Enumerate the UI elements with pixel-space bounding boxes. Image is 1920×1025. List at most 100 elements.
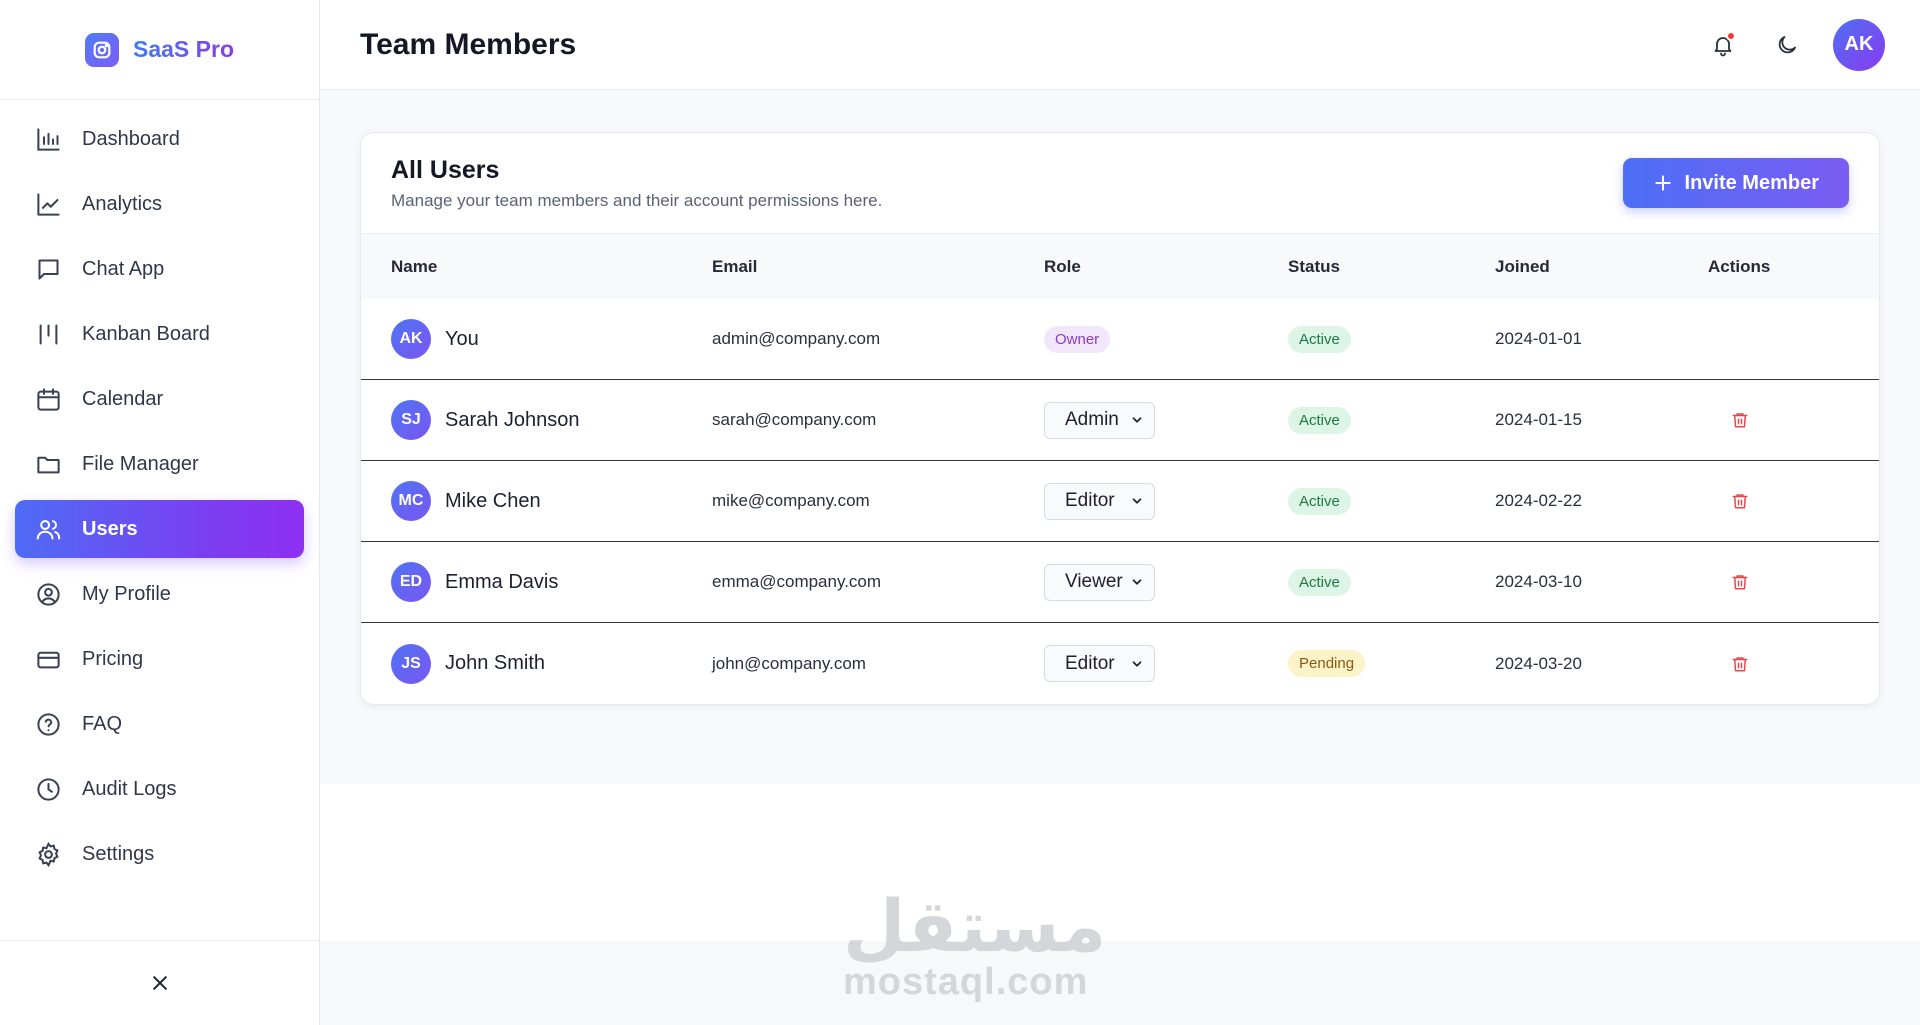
sidebar-item-label: Kanban Board [82, 322, 210, 345]
role-cell: Owner [1044, 325, 1288, 353]
joined-date: 2024-03-10 [1495, 572, 1582, 591]
trash-icon [1732, 575, 1748, 590]
status-badge: Active [1288, 487, 1351, 515]
role-select[interactable]: Viewer [1044, 563, 1155, 601]
sidebar: SaaS Pro Dashboard Analytics Chat App Ka… [0, 0, 320, 1025]
sidebar-item-dashboard[interactable]: Dashboard [15, 110, 304, 168]
sidebar-item-label: Pricing [82, 647, 144, 670]
plus-icon [1654, 175, 1671, 191]
joined-date: 2024-02-22 [1495, 491, 1582, 510]
app-root: SaaS Pro Dashboard Analytics Chat App Ka… [0, 0, 1920, 1025]
close-icon [153, 976, 167, 990]
table-row: ED Emma Davis emma@company.com Viewer Ac… [361, 542, 1879, 623]
sidebar-item-analytics[interactable]: Analytics [15, 175, 304, 233]
sidebar-item-users[interactable]: Users [15, 500, 304, 558]
table-header-row: Name Email Role Status Joined Actions [361, 234, 1879, 299]
line-chart-icon [37, 192, 60, 216]
role-cell: Editor [1044, 645, 1288, 682]
sidebar-item-label: Dashboard [82, 127, 180, 150]
below-content-area [320, 784, 1920, 941]
user-email: emma@company.com [712, 572, 882, 591]
card-subtitle: Manage your team members and their accou… [391, 190, 883, 210]
trash-icon [1732, 494, 1748, 509]
actions-cell [1708, 408, 1879, 432]
sidebar-item-pricing[interactable]: Pricing [15, 630, 304, 688]
delete-user-button[interactable] [1728, 652, 1752, 676]
clock-icon [37, 777, 60, 801]
bottom-strip [320, 941, 1920, 1025]
close-sidebar-button[interactable] [140, 963, 180, 1003]
avatar: ED [391, 562, 431, 602]
chevron-down-icon [1132, 498, 1142, 504]
sidebar-item-label: File Manager [82, 452, 199, 475]
sidebar-item-kanban-board[interactable]: Kanban Board [15, 305, 304, 363]
gear-icon [38, 841, 59, 867]
kanban-icon [39, 323, 58, 345]
delete-user-button[interactable] [1728, 570, 1752, 594]
sidebar-item-chat-app[interactable]: Chat App [15, 240, 304, 298]
chat-icon [38, 258, 59, 280]
joined-date: 2024-01-15 [1495, 410, 1582, 429]
sidebar-item-faq[interactable]: FAQ [15, 695, 304, 753]
theme-toggle-button[interactable] [1769, 27, 1805, 63]
status-cell: Active [1288, 406, 1495, 434]
user-email: mike@company.com [712, 491, 870, 510]
sidebar-item-calendar[interactable]: Calendar [15, 370, 304, 428]
delete-user-button[interactable] [1728, 489, 1752, 513]
user-name: Mike Chen [445, 489, 541, 512]
watermark-arabic: مستقل [843, 884, 1107, 968]
role-select-value: Editor [1065, 490, 1115, 511]
column-header-name: Name [391, 256, 438, 276]
sidebar-nav: Dashboard Analytics Chat App Kanban Boar… [0, 100, 319, 883]
chevron-down-icon [1132, 417, 1142, 423]
user-email: admin@company.com [712, 329, 881, 348]
joined-date: 2024-03-20 [1495, 653, 1582, 673]
sidebar-item-label: My Profile [82, 582, 171, 605]
sidebar-item-audit-logs[interactable]: Audit Logs [15, 760, 304, 818]
sidebar-item-label: FAQ [82, 712, 123, 735]
actions-cell [1708, 489, 1879, 513]
status-badge: Active [1288, 568, 1351, 596]
actions-cell [1708, 652, 1879, 676]
status-badge: Active [1288, 406, 1351, 434]
invite-member-label: Invite Member [1684, 171, 1819, 194]
status-cell: Active [1288, 325, 1495, 353]
role-select[interactable]: Admin [1044, 401, 1155, 439]
sidebar-item-label: Calendar [82, 387, 164, 410]
moon-icon [1778, 35, 1796, 53]
card-header: All Users Manage your team members and t… [361, 133, 1879, 234]
brand[interactable]: SaaS Pro [0, 0, 319, 100]
user-name: Sarah Johnson [445, 408, 580, 431]
calendar-icon [37, 387, 60, 411]
joined-date: 2024-01-01 [1495, 329, 1582, 348]
top-header: Team Members AK [320, 0, 1920, 90]
user-cell: SJ Sarah Johnson [361, 400, 712, 440]
user-cell: MC Mike Chen [361, 481, 712, 521]
user-email: john@company.com [712, 653, 866, 673]
notification-dot [1726, 30, 1736, 41]
delete-user-button[interactable] [1728, 408, 1752, 432]
user-avatar[interactable]: AK [1833, 18, 1885, 71]
table-row: MC Mike Chen mike@company.com Editor Act… [361, 461, 1879, 542]
invite-member-button[interactable]: Invite Member [1622, 158, 1849, 208]
actions-cell [1708, 570, 1879, 594]
role-select[interactable]: Editor [1044, 645, 1155, 682]
role-badge: Owner [1044, 325, 1111, 353]
trash-icon [1732, 413, 1748, 428]
sidebar-item-label: Analytics [82, 192, 163, 215]
sidebar-item-file-manager[interactable]: File Manager [15, 435, 304, 493]
users-icon [36, 519, 61, 540]
brand-logo-icon [85, 32, 119, 67]
notifications-button[interactable] [1705, 27, 1741, 63]
sidebar-item-my-profile[interactable]: My Profile [15, 565, 304, 623]
sidebar-item-label: Settings [82, 842, 155, 865]
trash-icon [1732, 656, 1748, 671]
role-select[interactable]: Editor [1044, 482, 1155, 520]
user-name: Emma Davis [445, 570, 559, 593]
card-title: All Users [391, 155, 500, 184]
bar-chart-icon [37, 127, 60, 151]
main-content: All Users Manage your team members and t… [320, 90, 1920, 784]
sidebar-item-settings[interactable]: Settings [15, 825, 304, 883]
user-name: John Smith [445, 652, 546, 674]
column-header-status: Status [1288, 256, 1340, 276]
